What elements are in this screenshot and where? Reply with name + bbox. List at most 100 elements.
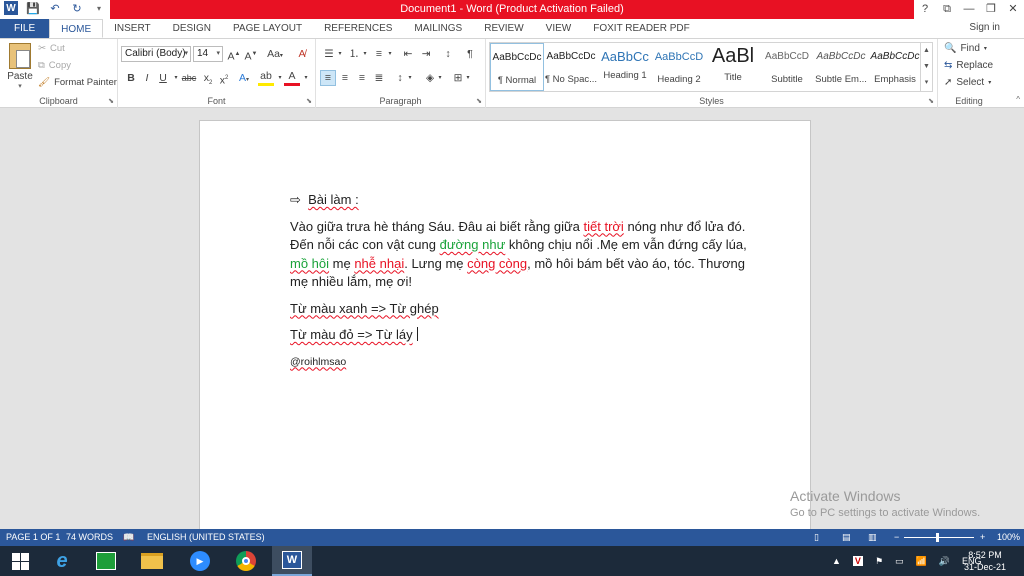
style-heading-1[interactable]: AaBbCc Heading 1 [598,43,652,91]
tab-foxit-reader-pdf[interactable]: FOXIT READER PDF [582,19,701,38]
numbering-dropdown-icon[interactable]: ▾ [361,46,369,62]
strikethrough-icon[interactable]: abc [180,70,198,86]
page-count[interactable]: PAGE 1 OF 1 [6,532,60,542]
align-left-icon[interactable]: ≡ [320,70,336,86]
word-count[interactable]: 74 WORDS [66,532,113,542]
close-button[interactable]: ✕ [1002,0,1024,19]
show-formatting-marks-icon[interactable]: ¶ [462,46,478,62]
proofing-icon[interactable]: 📖 [123,532,134,543]
tab-page-layout[interactable]: PAGE LAYOUT [222,19,313,38]
language-indicator[interactable]: ENGLISH (UNITED STATES) [147,532,265,542]
style-emphasis[interactable]: AaBbCcDc Emphasis [868,43,922,91]
style-no-spacing[interactable]: AaBbCcDc ¶ No Spac... [544,43,598,91]
tab-design[interactable]: DESIGN [162,19,222,38]
style-subtitle[interactable]: AaBbCcD Subtitle [760,43,814,91]
clear-formatting-icon[interactable]: A̸ [294,46,310,62]
align-right-icon[interactable]: ≡ [354,70,370,86]
replace-button[interactable]: ⇆ Replace [944,60,993,71]
start-button[interactable] [0,546,40,576]
clipboard-launcher-icon[interactable]: ⬊ [108,97,114,105]
shading-dropdown-icon[interactable]: ▾ [436,70,444,86]
multilevel-list-icon[interactable]: ≡ [371,46,387,62]
style-subtle-emphasis[interactable]: AaBbCcDc Subtle Em... [814,43,868,91]
font-family-select[interactable]: Calibri (Body) ▾ [121,46,191,62]
tab-review[interactable]: REVIEW [473,19,534,38]
flag-icon[interactable]: ⚑ [875,556,883,567]
numbering-icon[interactable]: ⒈ [346,46,362,62]
sort-icon[interactable]: ↕ [440,46,456,62]
antivirus-icon[interactable]: V [852,556,863,566]
styles-more-icon[interactable]: ▾ [921,75,932,91]
redo-icon[interactable]: ↻ [70,1,84,15]
tab-insert[interactable]: INSERT [103,19,162,38]
multilevel-dropdown-icon[interactable]: ▾ [386,46,394,62]
tab-mailings[interactable]: MAILINGS [403,19,473,38]
format-painter-button[interactable]: 🖌 Format Painter [38,77,117,88]
taskbar-word[interactable]: W [272,546,312,576]
volume-icon[interactable]: 🔊 [939,556,950,567]
italic-icon[interactable]: I [139,70,155,86]
taskbar-clock[interactable]: 8:52 PM 31-Dec-21 [964,549,1006,573]
customize-qat-icon[interactable]: ▾ [92,1,106,15]
document-page[interactable]: ⇨ Bài làm : Vào giữa trưa hè tháng Sáu. … [199,120,811,540]
line-spacing-dropdown-icon[interactable]: ▾ [406,70,414,86]
style-normal[interactable]: AaBbCcDc ¶ Normal [490,43,544,91]
shrink-font-icon[interactable]: A▼ [243,46,259,63]
justify-icon[interactable]: ≣ [371,70,387,86]
battery-icon[interactable]: ▭ [895,556,904,567]
help-button[interactable]: ? [914,0,936,19]
read-mode-icon[interactable]: ▯ [814,532,819,543]
select-button[interactable]: ➚ Select ▾ [944,77,991,88]
web-layout-icon[interactable]: ▥ [868,532,877,543]
taskbar-chrome[interactable] [226,546,266,576]
font-launcher-icon[interactable]: ⬊ [306,97,312,105]
paragraph-launcher-icon[interactable]: ⬊ [476,97,482,105]
network-icon[interactable]: 📶 [916,556,927,567]
taskbar-store[interactable] [86,546,126,576]
zoom-slider-thumb[interactable] [936,533,939,542]
borders-dropdown-icon[interactable]: ▾ [464,70,472,86]
document-body[interactable]: ⇨ Bài làm : Vào giữa trưa hè tháng Sáu. … [290,191,750,379]
zoom-level[interactable]: 100% [997,532,1020,542]
ribbon-display-options-button[interactable]: ⧉ [936,0,958,19]
bold-icon[interactable]: B [123,70,139,86]
zoom-out-icon[interactable]: − [894,532,899,542]
zoom-in-icon[interactable]: + [980,532,985,542]
align-center-icon[interactable]: ≡ [337,70,353,86]
style-heading-2[interactable]: AaBbCcD Heading 2 [652,43,706,91]
subscript-icon[interactable]: x2 [200,70,216,86]
increase-indent-icon[interactable]: ⇥ [418,46,434,62]
font-color-dropdown-icon[interactable]: ▾ [298,70,314,86]
decrease-indent-icon[interactable]: ⇤ [400,46,416,62]
taskbar-file-explorer[interactable] [132,546,172,576]
tab-references[interactable]: REFERENCES [313,19,403,38]
find-button[interactable]: 🔍 Find ▾ [944,43,987,54]
restore-button[interactable]: ❐ [980,0,1002,19]
sign-in-link[interactable]: Sign in [969,22,1000,33]
font-size-select[interactable]: 14 ▾ [193,46,223,62]
cut-button[interactable]: ✂ Cut [38,43,65,54]
word-app-icon[interactable]: W [4,1,18,15]
undo-icon[interactable]: ↶ [48,1,62,15]
tab-view[interactable]: VIEW [535,19,583,38]
taskbar-zoom[interactable]: ▶ [180,546,220,576]
change-case-icon[interactable]: Aa▾ [264,46,286,62]
grow-font-icon[interactable]: A▲ [226,46,242,63]
superscript-icon[interactable]: x2 [216,70,232,87]
show-hidden-icons[interactable]: ▲ [832,556,841,566]
bullets-icon[interactable]: ☰ [321,46,337,62]
styles-launcher-icon[interactable]: ⬊ [928,97,934,105]
zoom-slider-track[interactable] [904,537,974,538]
bullets-dropdown-icon[interactable]: ▾ [336,46,344,62]
tab-home[interactable]: HOME [49,19,104,38]
save-icon[interactable]: 💾 [26,1,40,15]
collapse-ribbon-icon[interactable]: ^ [1016,95,1020,104]
paste-dropdown-icon[interactable]: ▾ [6,82,34,90]
style-title[interactable]: AaBl Title [706,43,760,91]
styles-scroll-down-icon[interactable]: ▼ [921,59,932,75]
copy-button[interactable]: ⧉ Copy [38,60,71,71]
styles-scroll-up-icon[interactable]: ▲ [921,43,932,59]
minimize-button[interactable]: — [958,0,980,19]
print-layout-icon[interactable]: ▤ [842,532,851,543]
text-effects-icon[interactable]: A▾ [236,70,252,86]
